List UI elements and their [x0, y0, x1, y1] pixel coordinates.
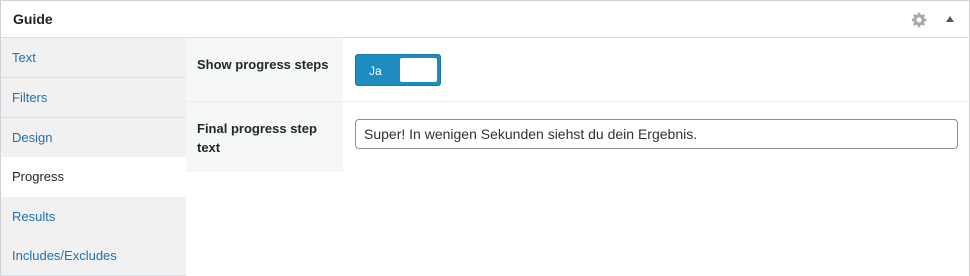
tab-label: Text — [12, 50, 36, 65]
tab-label: Progress — [12, 169, 65, 184]
show-progress-steps-label: Show progress steps — [197, 57, 329, 72]
sidebar: Text Filters Design Progress Results Inc… — [1, 38, 187, 276]
tab-text[interactable]: Text — [1, 38, 186, 78]
tab-design[interactable]: Design — [1, 118, 186, 158]
tab-label: Design — [12, 130, 53, 145]
setting-label-cell: Show progress steps — [186, 38, 343, 101]
tab-includes-excludes[interactable]: Includes/Excludes — [1, 236, 186, 276]
tab-label: Includes/Excludes — [12, 248, 117, 263]
final-progress-step-text-label: Final progress step text — [197, 121, 317, 155]
panel-header: Guide — [1, 1, 969, 38]
tab-progress[interactable]: Progress — [1, 157, 187, 197]
setting-row-progress-steps: Show progress steps Ja — [186, 38, 969, 102]
gear-icon[interactable] — [911, 11, 928, 28]
panel-title: Guide — [13, 11, 53, 27]
show-progress-steps-toggle[interactable]: Ja — [355, 54, 441, 86]
toggle-text: Ja — [369, 64, 382, 78]
setting-label-cell: Final progress step text — [186, 102, 343, 172]
final-progress-step-text-input[interactable] — [355, 119, 958, 149]
setting-row-final-step-text: Final progress step text — [186, 102, 969, 172]
tab-label: Results — [12, 209, 56, 224]
tab-label: Filters — [12, 90, 48, 105]
guide-panel: Guide Text Filters Design Progress Resul… — [0, 0, 970, 276]
toggle-knob — [400, 58, 437, 82]
tab-results[interactable]: Results — [1, 197, 186, 237]
tab-filters[interactable]: Filters — [1, 78, 186, 118]
settings-content: Show progress steps Ja Final progress st… — [186, 38, 969, 276]
triangle-up-icon[interactable] — [943, 12, 957, 26]
